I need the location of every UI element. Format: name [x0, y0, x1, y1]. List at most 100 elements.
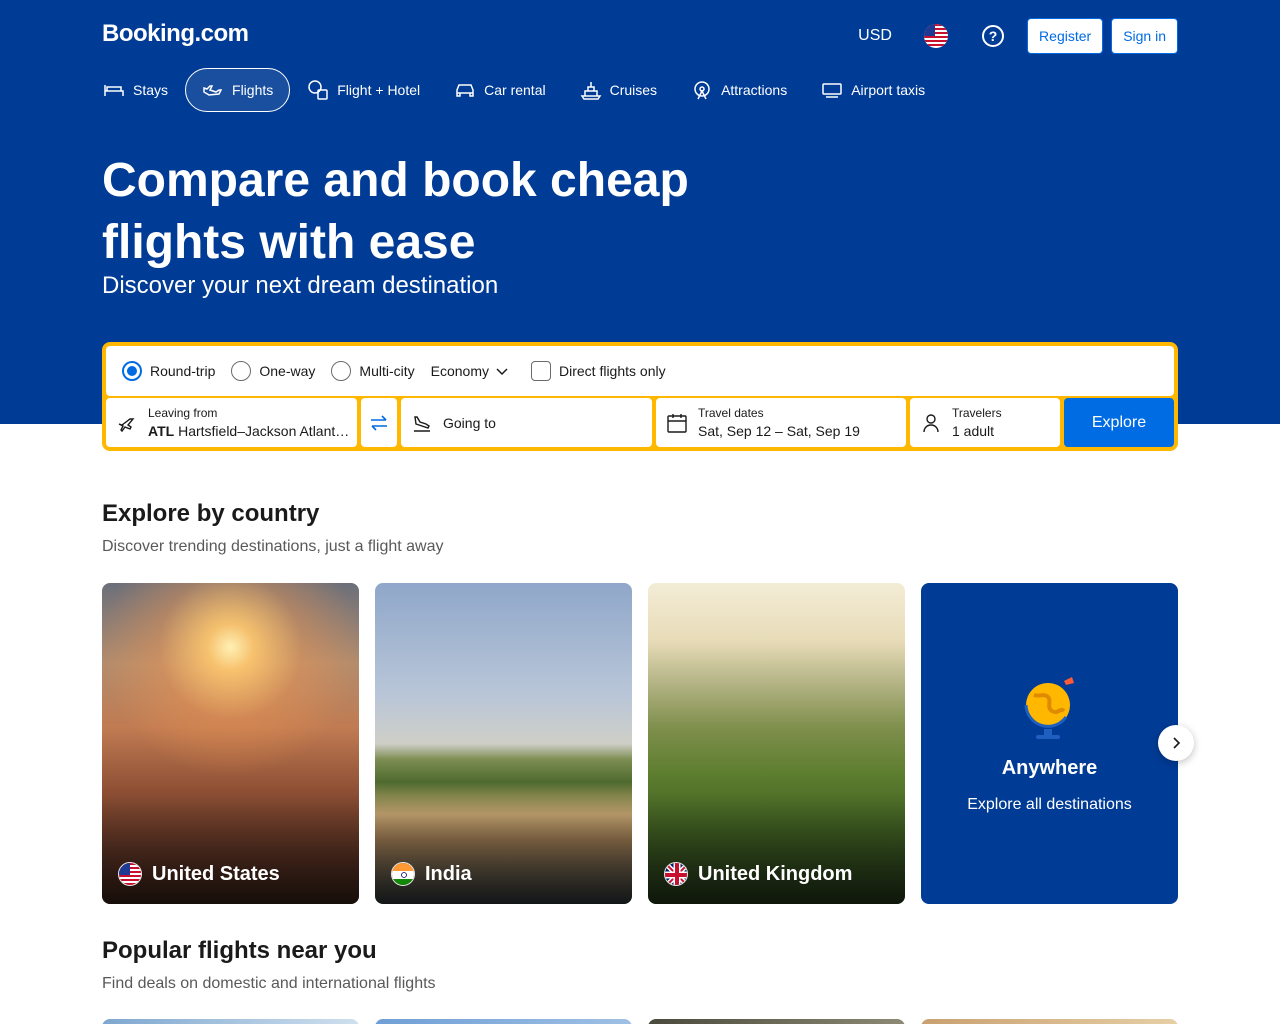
airport-code: ATL: [148, 422, 175, 439]
landing-icon: [411, 412, 433, 434]
country-label: India: [391, 862, 472, 886]
language-button[interactable]: [905, 18, 967, 54]
explore-country-subtitle: Discover trending destinations, just a f…: [102, 538, 444, 555]
register-button[interactable]: Register: [1027, 18, 1104, 54]
person-icon: [920, 412, 942, 434]
currency-button[interactable]: USD: [845, 27, 905, 45]
flight-card-thumbnail[interactable]: [648, 1019, 905, 1024]
ship-icon: [580, 79, 602, 101]
search-options: Round-trip One-way Multi-city Economy Di…: [106, 346, 1174, 396]
country-card-india[interactable]: India: [375, 583, 632, 904]
cabin-class-value: Economy: [430, 363, 489, 379]
card-gradient: [648, 794, 905, 904]
us-flag-icon: [924, 24, 949, 48]
leaving-from-value: ATL Hartsfield–Jackson Atlant…: [148, 421, 349, 441]
popular-flights-subtitle: Find deals on domestic and international…: [102, 975, 436, 992]
nav-item-airport-taxis[interactable]: Airport taxis: [804, 68, 942, 112]
one-way-label: One-way: [259, 363, 316, 379]
takeoff-icon: [116, 412, 138, 434]
round-trip-radio[interactable]: [122, 361, 142, 381]
help-button[interactable]: ?: [967, 18, 1019, 54]
nav-item-flight-hotel[interactable]: Flight + Hotel: [290, 68, 437, 112]
nav-item-cruises[interactable]: Cruises: [563, 68, 674, 112]
nav-item-car-rental[interactable]: Car rental: [437, 68, 562, 112]
popular-flights-carousel: [102, 1019, 1178, 1024]
direct-flights-label: Direct flights only: [559, 363, 666, 379]
calendar-icon: [666, 412, 688, 434]
chevron-right-icon: [1173, 737, 1181, 749]
going-to-placeholder: Going to: [443, 414, 496, 431]
country-name: United Kingdom: [698, 862, 853, 885]
nav-label: Flights: [232, 82, 274, 98]
nav-item-flights[interactable]: Flights: [185, 68, 291, 112]
multi-city-radio[interactable]: [331, 361, 352, 381]
swap-button[interactable]: [361, 398, 397, 447]
travelers-value: 1 adult: [952, 422, 995, 439]
leaving-from-field[interactable]: Leaving from ATL Hartsfield–Jackson Atla…: [106, 398, 357, 447]
cabin-class-select[interactable]: Economy: [431, 363, 509, 379]
country-card-united-states[interactable]: United States: [102, 583, 359, 904]
flight-search-box: Round-trip One-way Multi-city Economy Di…: [102, 342, 1178, 451]
car-icon: [454, 79, 476, 101]
uk-flag-icon: [664, 862, 688, 886]
nav-label: Airport taxis: [851, 82, 926, 98]
ferris-wheel-icon: [691, 79, 713, 101]
product-nav: Stays Flights Flight + Hotel Car rental …: [102, 68, 942, 112]
page-title: Compare and book cheap flights with ease: [102, 154, 689, 269]
flight-card-thumbnail[interactable]: [921, 1019, 1178, 1024]
one-way-option[interactable]: One-way: [231, 361, 315, 381]
round-trip-option[interactable]: Round-trip: [122, 361, 215, 381]
us-flag-icon: [118, 862, 142, 886]
flight-card-thumbnail[interactable]: [375, 1019, 632, 1024]
country-name: India: [425, 862, 472, 885]
going-to-field[interactable]: Going to: [401, 398, 652, 447]
header-actions: USD ? Register Sign in: [845, 18, 1178, 54]
one-way-radio[interactable]: [231, 361, 252, 381]
anywhere-subtitle: Explore all destinations: [967, 796, 1132, 813]
bed-icon: [103, 79, 125, 101]
globe-icon: [1024, 677, 1074, 739]
carousel-next-button[interactable]: [1158, 725, 1194, 761]
nav-item-stays[interactable]: Stays: [102, 68, 185, 112]
airport-name: Hartsfield–Jackson Atlant…: [178, 422, 350, 439]
anywhere-title: Anywhere: [1001, 757, 1098, 779]
travel-dates-field[interactable]: Travel dates Sat, Sep 12 – Sat, Sep 19: [656, 398, 906, 447]
multi-city-option[interactable]: Multi-city: [331, 361, 415, 381]
card-gradient: [375, 794, 632, 904]
popular-flights-title: Popular flights near you: [102, 937, 377, 964]
chevron-down-icon: [496, 368, 508, 376]
taxi-icon: [821, 79, 843, 101]
nav-label: Attractions: [721, 82, 788, 98]
nav-item-attractions[interactable]: Attractions: [674, 68, 804, 112]
travel-dates-value: Sat, Sep 12 – Sat, Sep 19: [698, 422, 860, 439]
plane-icon: [202, 79, 224, 101]
country-label: United States: [118, 862, 280, 886]
leaving-from-label: Leaving from: [148, 405, 218, 420]
search-fields: Leaving from ATL Hartsfield–Jackson Atla…: [106, 398, 1174, 447]
explore-country-title: Explore by country: [102, 500, 320, 527]
country-card-united-kingdom[interactable]: United Kingdom: [648, 583, 905, 904]
country-name: United States: [152, 862, 280, 885]
nav-label: Flight + Hotel: [337, 82, 421, 98]
nav-label: Car rental: [484, 82, 546, 98]
round-trip-label: Round-trip: [150, 363, 216, 379]
explore-button[interactable]: Explore: [1064, 398, 1174, 447]
multi-city-label: Multi-city: [359, 363, 415, 379]
anywhere-card[interactable]: Anywhere Explore all destinations: [921, 583, 1178, 904]
travelers-field[interactable]: Travelers 1 adult: [910, 398, 1060, 447]
swap-arrows-icon: [371, 414, 387, 431]
travelers-label: Travelers: [952, 405, 1002, 420]
direct-flights-checkbox[interactable]: [531, 361, 551, 381]
direct-flights-option[interactable]: Direct flights only: [531, 361, 666, 381]
country-carousel: United States India United Kingdom Anywh…: [102, 583, 1178, 904]
nav-label: Cruises: [609, 82, 658, 98]
page-subtitle: Discover your next dream destination: [102, 272, 499, 299]
flight-card-thumbnail[interactable]: [102, 1019, 359, 1024]
country-label: United Kingdom: [664, 862, 852, 886]
travel-dates-label: Travel dates: [698, 405, 764, 420]
flight-hotel-icon: [307, 79, 329, 101]
logo[interactable]: Booking.com: [102, 20, 249, 48]
india-flag-icon: [391, 862, 415, 886]
nav-label: Stays: [133, 82, 169, 98]
sign-in-button[interactable]: Sign in: [1111, 18, 1178, 54]
